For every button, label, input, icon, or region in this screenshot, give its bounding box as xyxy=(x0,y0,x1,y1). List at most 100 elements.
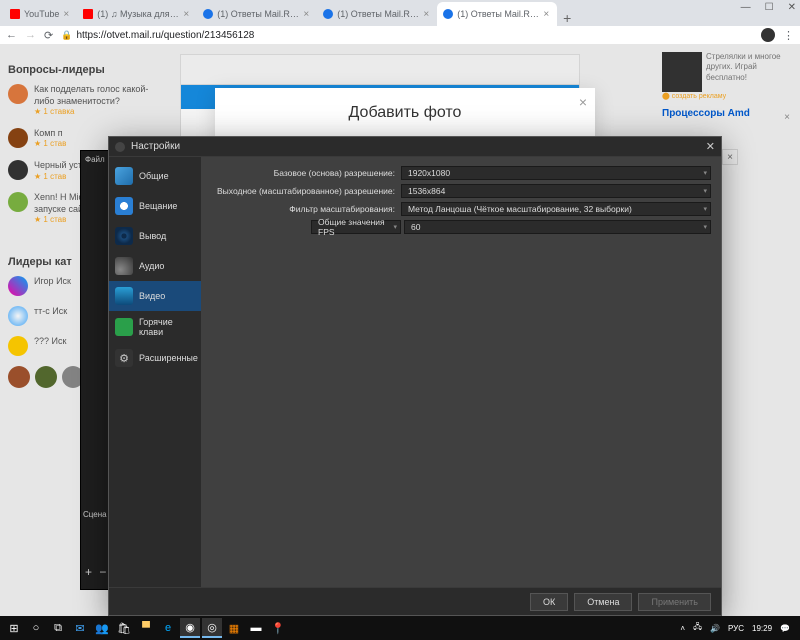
close-icon[interactable]: × xyxy=(303,9,309,20)
panel-close-icon[interactable]: × xyxy=(722,149,738,165)
notifications-icon[interactable]: 💬 xyxy=(780,624,790,633)
close-button[interactable]: ✕ xyxy=(788,2,796,13)
tab-label: (1) Ответы Mail.Ru: настро xyxy=(337,9,419,19)
ad-close-icon[interactable]: × xyxy=(784,112,790,123)
chevron-down-icon: ▾ xyxy=(703,223,707,231)
start-button[interactable]: ⊞ xyxy=(4,618,24,638)
maximize-button[interactable]: ☐ xyxy=(765,2,774,13)
avatar[interactable] xyxy=(8,366,30,388)
cancel-button[interactable]: Отмена xyxy=(574,593,632,611)
general-icon xyxy=(115,167,133,185)
gear-icon: ⚙ xyxy=(115,349,133,367)
field-value: 1920x1080 xyxy=(408,168,450,178)
downscale-filter-row: Фильтр масштабирования: Метод Ланцоша (Ч… xyxy=(211,201,711,217)
mail-icon[interactable]: ✉ xyxy=(70,618,90,638)
avatar xyxy=(8,192,28,212)
lock-icon: 🔒 xyxy=(61,30,72,41)
base-resolution-select[interactable]: 1920x1080▾ xyxy=(401,166,711,180)
system-tray: ˄ 🖧 🔊 РУС 19:29 💬 xyxy=(680,621,796,635)
fps-type-select[interactable]: Общие значения FPS▾ xyxy=(311,220,401,234)
question-item[interactable]: Как подделать голос какой-либо знаменито… xyxy=(8,84,158,118)
settings-sidebar: Общие Вещание Вывод Аудио Видео Горячие … xyxy=(109,157,201,587)
fps-value-select[interactable]: 60 ▾ xyxy=(404,220,711,234)
category-general[interactable]: Общие xyxy=(109,161,201,191)
taskbar: ⊞ ○ ⧉ ✉ 👥 🛍 ▀ e ◉ ◎ ▦ ▬ 📍 ˄ 🖧 🔊 РУС 19:2… xyxy=(0,616,800,640)
search-icon[interactable]: ○ xyxy=(26,618,46,638)
ad-create-link[interactable]: ⬤ создать рекламу xyxy=(662,92,792,100)
chevron-down-icon: ▾ xyxy=(393,223,397,231)
hotkey-icon xyxy=(115,318,133,336)
tab-mail-1[interactable]: (1) Ответы Mail.Ru: ответ × xyxy=(197,2,317,26)
forward-button[interactable]: → xyxy=(25,29,36,41)
stake-label: ★ 1 ставка xyxy=(34,107,158,117)
category-label: Аудио xyxy=(139,261,164,271)
category-stream[interactable]: Вещание xyxy=(109,191,201,221)
reload-button[interactable]: ⟳ xyxy=(44,29,53,42)
field-label: Фильтр масштабирования: xyxy=(211,204,401,214)
clock[interactable]: 19:29 xyxy=(752,624,772,633)
explorer-icon[interactable]: ▀ xyxy=(136,618,156,638)
field-value: 60 xyxy=(411,222,420,232)
avatar[interactable] xyxy=(35,366,57,388)
obs-titlebar[interactable]: Настройки ✕ xyxy=(109,137,721,157)
tab-mail-3[interactable]: (1) Ответы Mail.Ru: настро× xyxy=(437,2,557,26)
scene-label: Сцена xyxy=(83,510,107,519)
app-icon[interactable]: ▬ xyxy=(246,618,266,638)
tab-mail-2[interactable]: (1) Ответы Mail.Ru: настро × xyxy=(317,2,437,26)
category-video[interactable]: Видео xyxy=(109,281,201,311)
chrome-icon[interactable]: ◉ xyxy=(180,618,200,638)
tab-youtube[interactable]: YouTube× xyxy=(4,2,77,26)
window-controls: — ☐ ✕ xyxy=(741,2,796,13)
category-output[interactable]: Вывод xyxy=(109,221,201,251)
profile-avatar[interactable] xyxy=(761,28,775,42)
output-resolution-select[interactable]: 1536x864▾ xyxy=(401,184,711,198)
category-label: Вывод xyxy=(139,231,166,241)
category-audio[interactable]: Аудио xyxy=(109,251,201,281)
app-icon[interactable]: ▦ xyxy=(224,618,244,638)
tab-label: (1) Ответы Mail.Ru: ответ xyxy=(217,9,299,19)
category-advanced[interactable]: ⚙Расширенные xyxy=(109,343,201,373)
network-icon[interactable]: 🖧 xyxy=(693,621,702,635)
task-view-icon[interactable]: ⧉ xyxy=(48,618,68,638)
menu-button[interactable]: ⋮ xyxy=(783,29,794,42)
store-icon[interactable]: 🛍 xyxy=(114,618,134,638)
back-button[interactable]: ← xyxy=(6,29,17,41)
obs-main-window: Файл Сцена + − xyxy=(80,150,110,590)
tray-chevron-icon[interactable]: ˄ xyxy=(680,624,685,633)
close-icon[interactable]: ✕ xyxy=(706,140,715,153)
obs-taskbar-icon[interactable]: ◎ xyxy=(202,618,222,638)
close-icon[interactable]: × xyxy=(423,9,429,20)
minimize-button[interactable]: — xyxy=(741,2,751,13)
avatar xyxy=(8,336,28,356)
volume-icon[interactable]: 🔊 xyxy=(710,624,720,633)
category-hotkeys[interactable]: Горячие клави xyxy=(109,311,201,343)
modal-title: Добавить фото xyxy=(215,88,595,138)
tabstrip: YouTube× (1) ♫ Музыка для Стрима× (1) От… xyxy=(0,0,800,26)
tab-music[interactable]: (1) ♫ Музыка для Стрима× xyxy=(77,2,197,26)
apply-button[interactable]: Применить xyxy=(638,593,711,611)
edge-icon[interactable]: e xyxy=(158,618,178,638)
leader-name: ??? Иск xyxy=(34,336,66,356)
downscale-filter-select[interactable]: Метод Ланцоша (Чёткое масштабирование, 3… xyxy=(401,202,711,216)
field-value: Метод Ланцоша (Чёткое масштабирование, 3… xyxy=(408,204,632,214)
ok-button[interactable]: ОК xyxy=(530,593,568,611)
stream-icon xyxy=(115,197,133,215)
close-icon[interactable]: × xyxy=(63,9,69,20)
obs-icon xyxy=(115,142,125,152)
close-icon[interactable]: × xyxy=(579,94,587,110)
people-icon[interactable]: 👥 xyxy=(92,618,112,638)
avatar xyxy=(8,306,28,326)
language-indicator[interactable]: РУС xyxy=(728,624,744,633)
close-icon[interactable]: × xyxy=(543,9,549,20)
url-field[interactable]: 🔒https://otvet.mail.ru/question/21345612… xyxy=(61,30,753,41)
add-scene-button[interactable]: + − xyxy=(85,565,106,579)
app-icon[interactable]: 📍 xyxy=(268,618,288,638)
youtube-icon xyxy=(10,9,20,19)
file-menu[interactable]: Файл xyxy=(81,151,109,168)
category-label: Горячие клави xyxy=(139,317,195,337)
new-tab-button[interactable]: + xyxy=(557,10,577,26)
mailru-icon xyxy=(323,9,333,19)
close-icon[interactable]: × xyxy=(183,9,189,20)
category-label: Вещание xyxy=(139,201,177,211)
ad-headline[interactable]: Процессоры Amd xyxy=(662,108,792,119)
